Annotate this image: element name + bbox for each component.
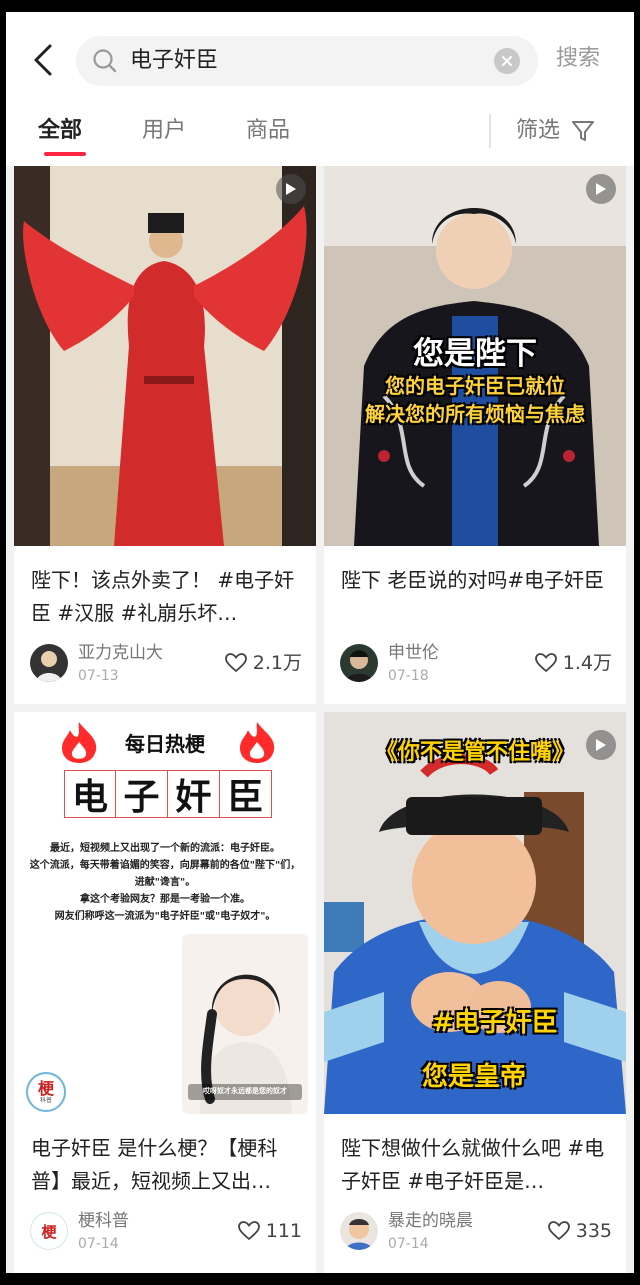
card-title: 陛下 老臣说的对吗#电子奸臣 xyxy=(341,568,605,592)
video-play-icon xyxy=(586,174,616,204)
note-card[interactable]: 您是陛下 您的电子奸臣已就位 解决您的所有烦恼与焦虑 陛下 老臣说的对吗#电子奸… xyxy=(324,166,626,704)
card-title: 陛下想做什么就做什么吧 #电子奸臣 #电子奸臣是… xyxy=(341,1136,605,1193)
author-name[interactable]: 梗科普 xyxy=(78,1210,129,1232)
note-card[interactable]: 陛下！该点外卖了！ #电子奸臣 #汉服 #礼崩乐坏… 亚力克山大 07-13 2… xyxy=(14,166,316,704)
author-name[interactable]: 申世伦 xyxy=(388,642,439,664)
tab-products[interactable]: 商品 xyxy=(246,116,290,146)
avatar[interactable] xyxy=(340,1212,378,1250)
card-cover: 您是陛下 您的电子奸臣已就位 解决您的所有烦恼与焦虑 xyxy=(324,166,626,546)
card-cover: 《你不是管不住嘴》 #电子奸臣 您是皇帝 xyxy=(324,712,626,1114)
term-char: 臣 xyxy=(220,770,272,818)
term-char: 子 xyxy=(116,770,168,818)
term-boxes: 电 子 奸 臣 xyxy=(64,770,272,818)
back-button[interactable] xyxy=(28,40,58,80)
tab-divider xyxy=(489,114,491,148)
heart-icon xyxy=(534,653,557,673)
tab-bar: 全部 用户 商品 筛选 xyxy=(6,112,634,166)
avatar[interactable]: 梗 xyxy=(30,1212,68,1250)
video-play-icon xyxy=(586,730,616,760)
overlay-paragraph: 最近，短视频上又出现了一个新的流派：电子奸臣。 这个流派，每天带着谄媚的笑容，向… xyxy=(29,843,301,922)
overlay-hashtag: #电子奸臣 xyxy=(432,1008,558,1038)
brand-logo: 梗 科普 xyxy=(26,1072,66,1112)
photo-subtitle: 哎呀奴才永远都是您的奴才 xyxy=(203,1087,287,1095)
card-title: 电子奸臣 是什么梗？【梗科普】最近，短视频上又出… xyxy=(31,1136,278,1193)
like-count: 335 xyxy=(575,1220,612,1242)
active-tab-indicator xyxy=(44,152,86,156)
overlay-header: 每日热梗 xyxy=(125,732,205,756)
funnel-icon xyxy=(572,121,595,141)
like-count: 2.1万 xyxy=(252,652,302,674)
post-date: 07-18 xyxy=(388,668,429,684)
like-count: 1.4万 xyxy=(562,652,612,674)
filter-button[interactable]: 筛选 xyxy=(516,116,596,146)
overlay-caption: 您是皇帝 xyxy=(422,1062,527,1092)
author-name[interactable]: 暴走的晓晨 xyxy=(388,1210,473,1232)
video-play-icon xyxy=(276,174,306,204)
tab-all[interactable]: 全部 xyxy=(38,116,82,146)
overlay-subline: 解决您的所有烦恼与焦虑 xyxy=(365,402,585,426)
note-card[interactable]: 《你不是管不住嘴》 #电子奸臣 您是皇帝 陛下想做什么就做什么吧 #电子奸臣 #… xyxy=(324,712,626,1273)
search-icon xyxy=(93,49,117,73)
like-button[interactable]: 335 xyxy=(547,1218,612,1244)
post-date: 07-14 xyxy=(388,1236,429,1252)
search-header: 电子奸臣 搜索 xyxy=(6,12,634,112)
like-button[interactable]: 1.4万 xyxy=(534,650,612,676)
search-input[interactable]: 电子奸臣 xyxy=(76,36,538,86)
note-card[interactable]: 每日热梗 电 子 奸 臣 最近，短视频上又出现了一个新的流派：电子奸臣。 这个流… xyxy=(14,712,316,1273)
author-name[interactable]: 亚力克山大 xyxy=(78,642,163,664)
overlay-subline: 您的电子奸臣已就位 xyxy=(385,374,565,398)
avatar[interactable] xyxy=(30,644,68,682)
cover-image xyxy=(14,166,316,546)
tab-users[interactable]: 用户 xyxy=(142,116,186,146)
post-date: 07-13 xyxy=(78,668,119,684)
search-query[interactable]: 电子奸臣 xyxy=(130,46,218,76)
term-char: 奸 xyxy=(168,770,220,818)
search-button[interactable]: 搜索 xyxy=(556,44,600,74)
heart-icon xyxy=(224,653,247,673)
like-count: 111 xyxy=(265,1220,302,1242)
heart-icon xyxy=(237,1221,260,1241)
like-button[interactable]: 2.1万 xyxy=(224,650,302,676)
overlay-top-text: 《你不是管不住嘴》 xyxy=(375,740,574,765)
post-date: 07-14 xyxy=(78,1236,119,1252)
overlay-headline: 您是陛下 xyxy=(413,336,537,372)
chevron-left-icon xyxy=(34,44,52,76)
filter-label: 筛选 xyxy=(516,118,561,143)
screen: 电子奸臣 搜索 全部 用户 商品 筛选 陛下！该点外卖了！ #电子奸臣 #汉服 … xyxy=(6,12,634,1273)
like-button[interactable]: 111 xyxy=(237,1218,302,1244)
heart-icon xyxy=(547,1221,570,1241)
clear-icon[interactable] xyxy=(494,48,520,74)
card-cover xyxy=(14,166,316,546)
cover-image xyxy=(324,712,626,1114)
avatar[interactable] xyxy=(340,644,378,682)
card-title: 陛下！该点外卖了！ #电子奸臣 #汉服 #礼崩乐坏… xyxy=(31,568,295,625)
card-cover: 每日热梗 电 子 奸 臣 最近，短视频上又出现了一个新的流派：电子奸臣。 这个流… xyxy=(14,712,316,1114)
term-char: 电 xyxy=(64,770,116,818)
